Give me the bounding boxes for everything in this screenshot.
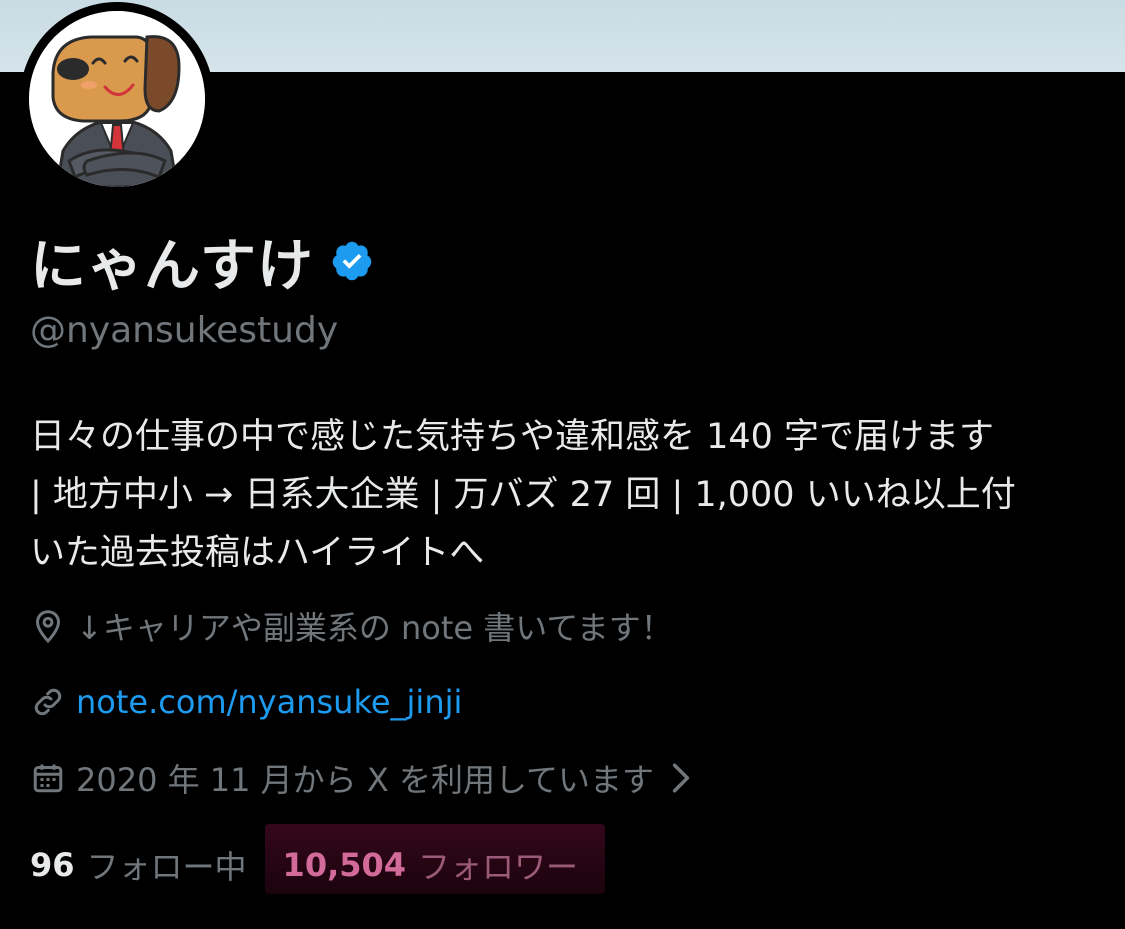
joined-text: 2020 年 11 月から X を利用しています [76,761,654,799]
website-link[interactable]: note.com/nyansuke_jinji [76,683,462,721]
bio-line: | 地方中小 → 日系大企業 | 万バズ 27 回 | 1,000 いいね以上付 [30,475,1016,515]
website-row: note.com/nyansuke_jinji [30,680,462,724]
avatar[interactable] [29,11,205,187]
location-pin-icon [30,608,66,644]
followers-link[interactable]: 10,504 フォロワー [264,824,605,896]
display-name-row: にゃんすけ [30,226,374,299]
calendar-icon [30,760,66,796]
bio-line: いた過去投稿はハイライトへ [30,533,485,573]
chevron-right-icon [670,762,692,794]
location-text: ↓キャリアや副業系の note 書いてます！ [76,609,673,647]
following-count: 96 [30,846,75,884]
bio: 日々の仕事の中で感じた気持ちや違和感を 140 字で届けます | 地方中小 → … [30,408,1105,582]
follow-stats: 96 フォロー中 10,504 フォロワー [30,824,605,894]
location-row: ↓キャリアや副業系の note 書いてます！ [30,604,673,648]
profile-page: にゃんすけ @nyansukestudy 日々の仕事の中で感じた気持ちや違和感を… [0,0,1125,929]
verified-badge-icon[interactable] [330,239,374,283]
dog-mascot-avatar-image [29,11,205,187]
followers-label: フォロワー [418,848,579,886]
handle: @nyansukestudy [30,310,339,351]
following-link[interactable]: 96 フォロー中 [30,842,247,888]
following-label: フォロー中 [86,848,247,886]
joined-row[interactable]: 2020 年 11 月から X を利用しています [30,756,692,800]
bio-line: 日々の仕事の中で感じた気持ちや違和感を 140 字で届けます [30,417,995,457]
followers-count: 10,504 [282,846,407,884]
display-name: にゃんすけ [30,233,314,299]
link-icon [30,684,66,720]
